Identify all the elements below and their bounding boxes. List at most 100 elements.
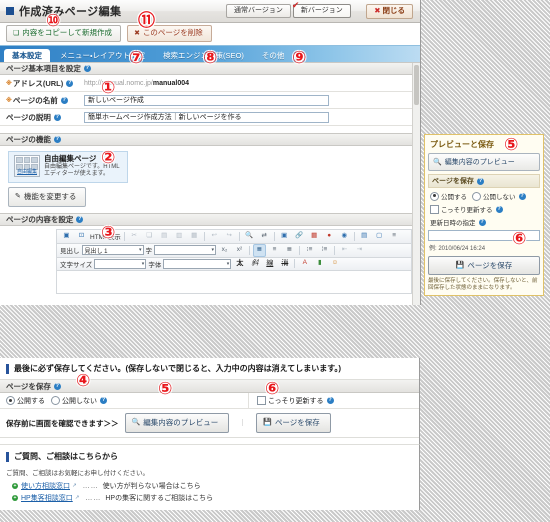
strike-icon[interactable]: 消 [278, 257, 291, 270]
help-question-icon[interactable]: ? [66, 79, 74, 87]
page-break-icon[interactable]: ▢ [373, 230, 386, 243]
unlink-icon[interactable]: ● [323, 230, 336, 243]
bottom-save-button[interactable]: 💾 ページを保存 [256, 413, 331, 433]
bullet-list-icon[interactable]: ⁞≡ [318, 244, 331, 257]
delete-page-label: このページを削除 [142, 28, 203, 38]
redo-icon[interactable]: ↪ [223, 230, 236, 243]
heading-select[interactable]: 見出し 1 ▾ [81, 245, 144, 256]
page-name-input[interactable]: 新しいページ作成 [84, 94, 329, 106]
version-normal-button[interactable]: 通常バージョン [226, 4, 291, 18]
quiet-update-checkbox[interactable] [430, 204, 439, 214]
unpublish-radio[interactable] [472, 191, 481, 201]
tab-basic-settings[interactable]: 基本設定 [4, 48, 50, 62]
indent-icon[interactable]: ⇥ [353, 244, 366, 257]
smiley-icon[interactable]: ☺ [328, 257, 341, 270]
help-question-icon[interactable]: ? [326, 397, 334, 404]
page-desc-row: ページの説明 ? 簡単ホームページ作成方法｜新しいページを作る [0, 109, 420, 126]
paste-word-icon[interactable]: ▥ [173, 230, 186, 243]
copy-page-button[interactable]: ❏ 内容をコピーして新規作成 [6, 25, 122, 42]
horizontal-rule-icon[interactable]: ≡ [388, 230, 401, 243]
cut-icon[interactable]: ✂ [128, 230, 141, 243]
help-question-icon[interactable]: ? [53, 113, 61, 121]
quiet-update-checkbox[interactable] [257, 396, 266, 405]
source-view-icon[interactable]: ⊡ [75, 230, 88, 243]
form-scrollbar[interactable] [412, 63, 420, 305]
change-function-button[interactable]: ✎ 機能を変更する [8, 186, 87, 207]
tab-seo[interactable]: 検索エンジン対策(SEO) [155, 49, 252, 63]
close-button[interactable]: ✖ 閉じる [366, 4, 413, 19]
undo-icon[interactable]: ↩ [208, 230, 221, 243]
align-right-icon[interactable]: ≣ [283, 244, 296, 257]
version-new-label: 新バージョン [300, 7, 343, 14]
size-select[interactable]: ▾ [154, 245, 216, 256]
template-icon[interactable]: ▤ [358, 230, 371, 243]
contact-link-marketing[interactable]: + HP集客相談窓口 ↗ …… HPの集客に関するご相談はこちら [0, 492, 419, 504]
editor-gutter [0, 229, 56, 294]
paste-text-icon[interactable]: ▦ [188, 230, 201, 243]
fontsize-select[interactable]: ▾ [94, 258, 147, 269]
align-center-icon[interactable]: ≡ [268, 244, 281, 257]
publish-radio[interactable] [6, 396, 15, 405]
paste-icon[interactable]: ▤ [158, 230, 171, 243]
scrollbar-thumb[interactable] [414, 65, 419, 105]
help-question-icon[interactable]: ? [60, 96, 68, 104]
copy-icon[interactable]: ❏ [143, 230, 156, 243]
publish-radio[interactable] [430, 191, 439, 201]
delete-x-icon: ✖ [134, 29, 140, 37]
help-question-icon[interactable]: ? [53, 382, 61, 390]
help-question-icon[interactable]: ? [83, 65, 91, 72]
image-icon[interactable]: ▣ [278, 230, 291, 243]
help-question-icon[interactable]: ? [478, 218, 486, 226]
tab-menu-layout[interactable]: メニュー・レイアウト設定 [52, 49, 153, 63]
italic-icon[interactable]: 斜 [248, 257, 261, 270]
contact-link-usage-label[interactable]: 使い方相談窓口 [21, 481, 70, 491]
editor-toolbar-row-3: 文字サイズ ▾ 字体 ▾ 太 斜 線 消 A ▮ ☺ [56, 256, 412, 271]
numbered-list-icon[interactable]: ⁝≡ [303, 244, 316, 257]
copy-page-label: 内容をコピーして新規作成 [22, 28, 113, 38]
page-function-header: ページの機能 ? [0, 133, 420, 146]
bg-color-icon[interactable]: ▮ [313, 257, 326, 270]
page-desc-input[interactable]: 簡単ホームページ作成方法｜新しいページを作る [84, 111, 329, 123]
maximize-icon[interactable]: ▣ [60, 230, 73, 243]
sidebar-preview-button[interactable]: 🔍 編集内容のプレビュー [428, 153, 540, 171]
help-question-icon[interactable]: ? [495, 205, 503, 213]
find-icon[interactable]: 🔍 [243, 230, 256, 243]
bullet-icon: + [12, 483, 18, 489]
unpublish-radio[interactable] [51, 396, 60, 405]
url-label: アドレス(URL) [12, 78, 64, 88]
page-function-title: ページの機能 [6, 135, 51, 144]
help-question-icon[interactable]: ? [76, 215, 84, 223]
update-datetime-input[interactable] [428, 230, 540, 241]
outdent-icon[interactable]: ⇤ [338, 244, 351, 257]
contact-link-marketing-label[interactable]: HP集客相談窓口 [21, 493, 73, 503]
contact-link-usage[interactable]: + 使い方相談窓口 ↗ …… 使い方が判らない場合はこちら [0, 480, 419, 492]
chevron-down-icon: ▾ [138, 247, 142, 254]
bottom-options-row: 公開する 公開しない ? こっそり更新する ? [0, 393, 419, 409]
sidebar-save-button[interactable]: 💾 ページを保存 [428, 256, 540, 275]
subscript-icon[interactable]: x₂ [218, 244, 231, 257]
underline-icon[interactable]: 線 [263, 257, 276, 270]
html-view-label[interactable]: HTML表示 [90, 231, 121, 241]
superscript-icon[interactable]: x² [233, 244, 246, 257]
page-content-title: ページの内容を設定 [6, 214, 74, 224]
bottom-preview-button[interactable]: 🔍 編集内容のプレビュー [124, 413, 230, 433]
bold-icon[interactable]: 太 [233, 257, 246, 270]
text-color-icon[interactable]: A [298, 257, 311, 270]
page-url-value: http://manual.nomc.jp/manual004 [84, 80, 189, 87]
table-icon[interactable]: ▦ [308, 230, 321, 243]
editor-content-area[interactable] [56, 270, 412, 294]
help-question-icon[interactable]: ? [53, 136, 61, 143]
anchor-icon[interactable]: ◉ [338, 230, 351, 243]
help-question-icon[interactable]: ? [476, 177, 484, 185]
version-new-button[interactable]: ✔ 新バージョン [292, 1, 351, 18]
tab-other[interactable]: その他 [254, 49, 293, 63]
link-icon[interactable]: 🔗 [293, 230, 306, 243]
toolbar-separator [203, 231, 205, 241]
fontsize-label: 文字サイズ [60, 261, 93, 269]
delete-page-button[interactable]: ✖ このページを削除 [127, 25, 212, 42]
help-question-icon[interactable]: ? [518, 192, 526, 200]
replace-icon[interactable]: ⇄ [258, 230, 271, 243]
fontface-select[interactable]: ▾ [163, 258, 232, 269]
align-left-icon[interactable]: ≣ [253, 243, 266, 257]
help-question-icon[interactable]: ? [100, 397, 107, 404]
